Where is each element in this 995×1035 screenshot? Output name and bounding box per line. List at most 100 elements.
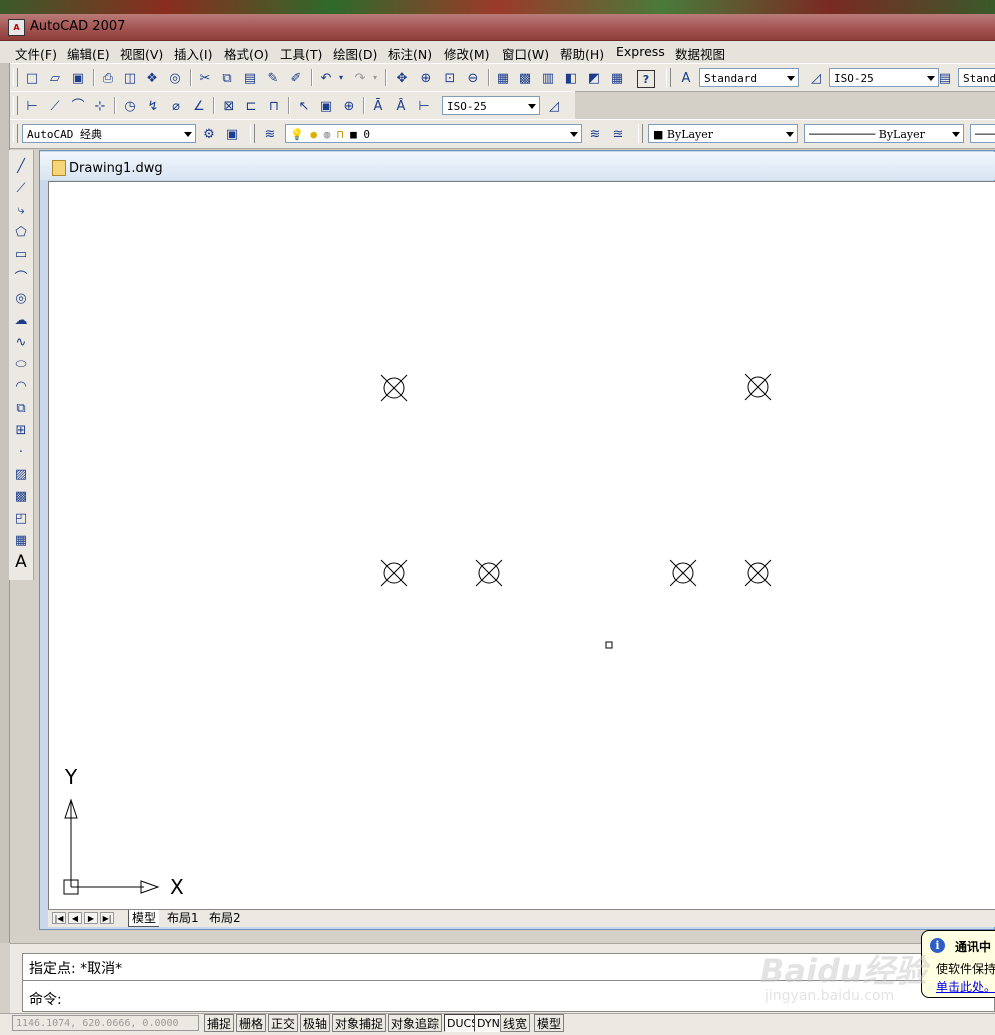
layer-on-icon[interactable]: 💡 (290, 128, 304, 141)
text-style-select[interactable]: Standard (699, 68, 799, 87)
lineweight-control-select[interactable]: ─── (970, 124, 995, 143)
region-icon[interactable]: ◰ (11, 508, 31, 528)
zoom-previous-icon[interactable]: ⊖ (463, 68, 483, 88)
tab-layout2[interactable]: 布局2 (206, 910, 244, 926)
color-control-select[interactable]: ■ ByLayer (648, 124, 798, 143)
layer-select[interactable]: 💡 ● ◍ ⊓ ■ 0 (285, 124, 582, 143)
save-icon[interactable]: ▣ (68, 68, 88, 88)
workspace-save-icon[interactable]: ▣ (222, 124, 242, 144)
diameter-dimension-icon[interactable]: ⌀ (166, 96, 186, 116)
baseline-dimension-icon[interactable]: ⊏ (241, 96, 261, 116)
menu-dimension[interactable]: 标注(N) (388, 44, 432, 63)
menu-window[interactable]: 窗口(W) (502, 44, 549, 63)
tool-palettes-icon[interactable]: ▥ (538, 68, 558, 88)
revision-cloud-icon[interactable]: ☁ (11, 310, 31, 330)
ellipse-arc-icon[interactable]: ◠ (11, 376, 31, 396)
dimension-style-icon[interactable]: ◿ (806, 68, 826, 88)
pan-icon[interactable]: ✥ (392, 68, 412, 88)
redo-icon[interactable]: ↷ (350, 68, 370, 88)
drawing-canvas[interactable]: Y X (48, 181, 995, 910)
layer-freeze-icon[interactable]: ● (310, 128, 317, 141)
layer-manager-icon[interactable]: ≋ (260, 124, 280, 144)
new-file-icon[interactable]: □ (22, 68, 42, 88)
text-style-icon[interactable]: A (676, 68, 696, 88)
workspace-select[interactable]: AutoCAD 经典 (22, 124, 196, 143)
insert-block-icon[interactable]: ⧉ (11, 398, 31, 418)
menu-data-view[interactable]: 数据视图 (675, 44, 725, 63)
print-preview-icon[interactable]: ◫ (120, 68, 140, 88)
menu-view[interactable]: 视图(V) (120, 44, 163, 63)
undo-icon[interactable]: ↶ (316, 68, 336, 88)
line-icon[interactable]: ╱ (11, 156, 31, 176)
construction-line-icon[interactable]: ⟋ (11, 178, 31, 198)
match-properties-icon[interactable]: ✎ (263, 68, 283, 88)
autocad-app-icon[interactable]: A (8, 19, 25, 36)
print-icon[interactable]: ⎙ (98, 68, 118, 88)
tolerance-icon[interactable]: ▣ (316, 96, 336, 116)
block-editor-icon[interactable]: ✐ (286, 68, 306, 88)
arc-icon[interactable]: ⌒ (11, 266, 31, 286)
dimension-style-manager-icon[interactable]: ◿ (544, 96, 564, 116)
undo-dropdown-icon[interactable]: ▾ (336, 68, 346, 88)
menu-file[interactable]: 文件(F) (15, 44, 57, 63)
grid-toggle[interactable]: 栅格 (236, 1014, 267, 1032)
snap-toggle[interactable]: 捕捉 (204, 1014, 235, 1032)
polygon-icon[interactable]: ⬠ (11, 222, 31, 242)
tab-layout1[interactable]: 布局1 (164, 910, 202, 926)
radius-dimension-icon[interactable]: ◷ (120, 96, 140, 116)
layer-previous-icon[interactable]: ≊ (608, 124, 628, 144)
menu-format[interactable]: 格式(O) (224, 44, 269, 63)
table-icon[interactable]: ▦ (11, 530, 31, 550)
menu-help[interactable]: 帮助(H) (560, 44, 604, 63)
cut-icon[interactable]: ✂ (195, 68, 215, 88)
jogged-dimension-icon[interactable]: ↯ (143, 96, 163, 116)
copy-icon[interactable]: ⧉ (217, 68, 237, 88)
layer-lock-icon[interactable]: ⊓ (337, 128, 344, 141)
linetype-control-select[interactable]: ────────── ByLayer (804, 124, 964, 143)
menu-modify[interactable]: 修改(M) (444, 44, 490, 63)
polar-toggle[interactable]: 极轴 (300, 1014, 331, 1032)
center-mark-icon[interactable]: ⊕ (339, 96, 359, 116)
next-tab-button[interactable]: ▶ (84, 912, 98, 924)
menu-express[interactable]: Express (616, 44, 665, 59)
toolbar-grip[interactable] (13, 68, 18, 87)
point-icon[interactable]: · (11, 442, 31, 462)
rectangle-icon[interactable]: ▭ (11, 244, 31, 264)
publish-icon[interactable]: ❖ (142, 68, 162, 88)
spline-icon[interactable]: ∿ (11, 332, 31, 352)
paste-icon[interactable]: ▤ (240, 68, 260, 88)
toolbar-grip[interactable] (13, 96, 18, 115)
lineweight-toggle[interactable]: 线宽 (500, 1014, 531, 1032)
menu-insert[interactable]: 插入(I) (174, 44, 212, 63)
toolbar-grip[interactable] (13, 124, 18, 143)
drawing-title-bar[interactable]: Drawing1.dwg (40, 152, 995, 180)
make-block-icon[interactable]: ⊞ (11, 420, 31, 440)
linear-dimension-icon[interactable]: ⊢ (22, 96, 42, 116)
toolbar-grip[interactable] (638, 124, 643, 143)
first-tab-button[interactable]: |◀ (52, 912, 66, 924)
zoom-window-icon[interactable]: ⊡ (440, 68, 460, 88)
properties-icon[interactable]: ▦ (493, 68, 513, 88)
ellipse-icon[interactable]: ⬭ (11, 354, 31, 374)
circle-icon[interactable]: ◎ (11, 288, 31, 308)
title-bar[interactable]: A AutoCAD 2007 (0, 14, 995, 41)
design-center-icon[interactable]: ▩ (515, 68, 535, 88)
ordinate-dimension-icon[interactable]: ⊹ (90, 96, 110, 116)
menu-tools[interactable]: 工具(T) (280, 44, 322, 63)
workspace-settings-icon[interactable]: ⚙ (199, 124, 219, 144)
open-file-icon[interactable]: ▱ (45, 68, 65, 88)
calculator-icon[interactable]: ▦ (607, 68, 627, 88)
last-tab-button[interactable]: ▶| (100, 912, 114, 924)
dimension-style-select-2[interactable]: ISO-25 (442, 96, 540, 115)
toolbar-grip[interactable] (666, 68, 671, 87)
dimension-style-select[interactable]: ISO-25 (829, 68, 939, 87)
aligned-dimension-icon[interactable]: ⟋ (45, 96, 65, 116)
dimension-text-edit-icon[interactable]: Ȃ (391, 96, 411, 116)
menu-draw[interactable]: 绘图(D) (333, 44, 377, 63)
osnap-toggle[interactable]: 对象捕捉 (332, 1014, 387, 1032)
quick-leader-icon[interactable]: ↖ (294, 96, 314, 116)
make-object-layer-current-icon[interactable]: ≋ (585, 124, 605, 144)
table-style-icon[interactable]: ▤ (935, 68, 955, 88)
redo-dropdown-icon[interactable]: ▾ (370, 68, 380, 88)
quick-dimension-icon[interactable]: ⊠ (219, 96, 239, 116)
